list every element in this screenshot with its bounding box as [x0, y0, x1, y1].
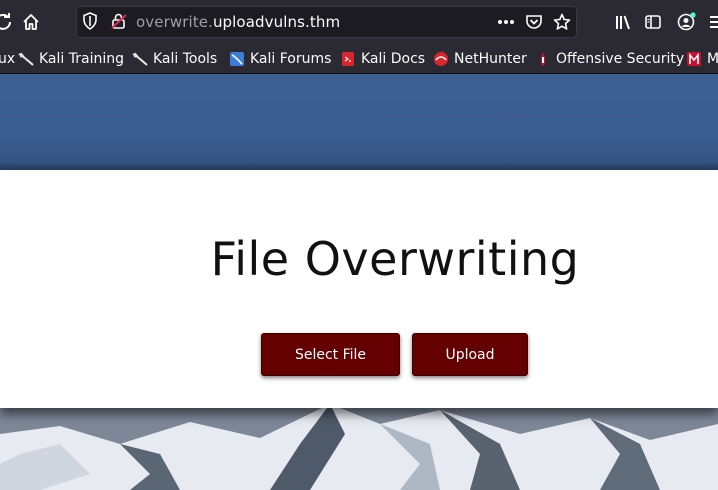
nethunter-icon — [433, 51, 449, 67]
url-domain: uploadvulns.thm — [212, 13, 341, 31]
offsec-icon — [535, 51, 551, 67]
bookmark-label: NetHunter — [454, 51, 527, 67]
bookmark-nethunter[interactable]: NetHunter — [433, 50, 527, 68]
home-icon[interactable] — [20, 11, 42, 33]
bookmark-msfu[interactable]: M — [686, 50, 718, 68]
bookmark-offensive-security[interactable]: Offensive Security — [535, 50, 684, 68]
upload-button[interactable]: Upload — [412, 333, 528, 376]
reload-icon[interactable] — [0, 11, 14, 33]
page-viewport: File Overwriting Select File Upload — [0, 74, 718, 490]
header-background — [0, 74, 718, 170]
mountain-background-image — [0, 404, 718, 490]
upload-panel: File Overwriting Select File Upload — [0, 170, 718, 408]
bookmark-firefox[interactable]: ux — [0, 50, 15, 68]
bookmark-star-icon[interactable] — [552, 12, 572, 32]
bookmark-kali-tools[interactable]: Kali Tools — [132, 50, 217, 68]
account-icon[interactable] — [675, 11, 697, 33]
page-title: File Overwriting — [210, 232, 580, 286]
bookmark-label: Kali Tools — [153, 51, 218, 67]
pocket-icon[interactable] — [524, 12, 544, 32]
bookmark-label: Kali Forums — [250, 51, 332, 67]
library-icon[interactable] — [612, 11, 634, 33]
page-actions-icon[interactable] — [496, 12, 516, 32]
bookmark-label: Kali Training — [39, 51, 124, 67]
menu-icon[interactable] — [706, 11, 718, 33]
bookmark-label: ux — [0, 51, 16, 67]
select-file-button[interactable]: Select File — [261, 333, 400, 376]
url-subdomain: overwrite. — [136, 13, 213, 31]
bookmark-label: Offensive Security — [556, 51, 685, 67]
bookmarks-bar: ux Kali Training Kali Tools Kali Forums … — [0, 44, 718, 74]
kali-dragon-icon — [132, 51, 148, 67]
bookmark-kali-docs[interactable]: Kali Docs — [340, 50, 425, 68]
url-text[interactable]: overwrite.uploadvulns.thm — [136, 13, 340, 31]
bookmark-kali-training[interactable]: Kali Training — [18, 50, 124, 68]
bookmark-kali-forums[interactable]: Kali Forums — [229, 50, 331, 68]
kali-dragon-icon — [18, 51, 34, 67]
tracking-protection-icon[interactable] — [82, 12, 98, 30]
msfu-icon — [686, 51, 702, 67]
kali-docs-icon — [340, 51, 356, 67]
bookmark-label: Kali Docs — [361, 51, 426, 67]
browser-toolbar: overwrite.uploadvulns.thm — [0, 0, 718, 44]
bookmark-label: M — [707, 51, 718, 67]
sidebar-icon[interactable] — [642, 11, 664, 33]
insecure-lock-icon[interactable] — [110, 12, 128, 30]
kali-forums-icon — [229, 51, 245, 67]
